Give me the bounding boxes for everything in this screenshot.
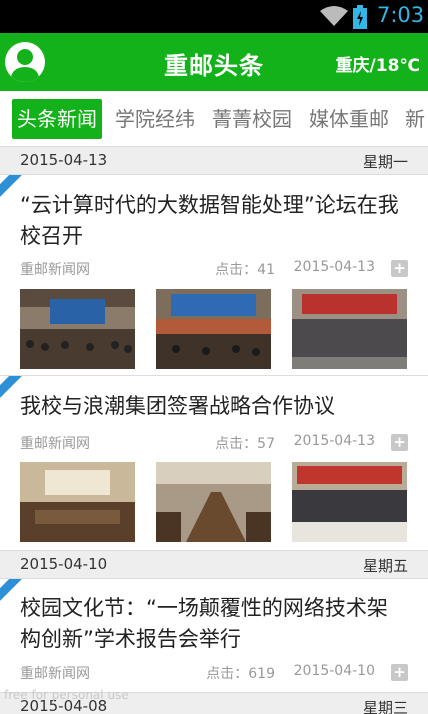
- tab-headline-news[interactable]: 头条新闻: [12, 99, 102, 139]
- tab-more[interactable]: 新: [400, 99, 428, 139]
- date-header: 2015-04-13 星期一: [0, 147, 428, 175]
- forum-stage-photo[interactable]: [156, 289, 271, 369]
- news-card[interactable]: “云计算时代的大数据智能处理”论坛在我校召开 重邮新闻网 点击：41 2015-…: [0, 175, 428, 376]
- news-date: 2015-04-13: [293, 433, 375, 449]
- tab-college[interactable]: 学院经纬: [110, 99, 200, 139]
- news-meta: 重邮新闻网 点击：41 2015-04-13 +: [20, 259, 408, 279]
- news-card[interactable]: 我校与浪潮集团签署战略合作协议 重邮新闻网 点击：57 2015-04-13 +: [0, 376, 428, 551]
- news-date: 2015-04-13: [293, 259, 375, 275]
- news-clicks: 点击：57: [215, 436, 275, 452]
- group-photo[interactable]: [292, 289, 407, 369]
- conference-table-photo[interactable]: [156, 462, 271, 542]
- news-title[interactable]: 我校与浪潮集团签署战略合作协议: [20, 391, 408, 422]
- news-title[interactable]: 校园文化节：“一场颠覆性的网络技术架构创新”学术报告会举行: [20, 593, 408, 655]
- watermark: free for personal use: [4, 688, 129, 702]
- app-bar: 重邮头条 重庆/18℃: [0, 33, 428, 91]
- news-clicks: 点击：41: [215, 262, 275, 278]
- news-meta: 重邮新闻网 点击：619 2015-04-10 +: [20, 663, 408, 683]
- date-header-weekday: 星期一: [362, 153, 408, 171]
- news-meta: 重邮新闻网 点击：57 2015-04-13 +: [20, 433, 408, 453]
- news-clicks: 点击：619: [206, 666, 275, 682]
- news-title[interactable]: “云计算时代的大数据智能处理”论坛在我校召开: [20, 190, 408, 252]
- plus-icon[interactable]: +: [391, 664, 408, 681]
- date-header-date: 2015-04-10: [20, 555, 108, 573]
- news-date: 2015-04-10: [293, 663, 375, 679]
- plus-icon[interactable]: +: [391, 434, 408, 451]
- wifi-icon: [320, 6, 348, 26]
- meeting-room-photo[interactable]: [20, 462, 135, 542]
- conference-hall-photo[interactable]: [20, 289, 135, 369]
- tab-media[interactable]: 媒体重邮: [304, 99, 394, 139]
- news-source: 重邮新闻网: [20, 666, 90, 682]
- weather-label[interactable]: 重庆/18℃: [336, 51, 420, 76]
- plus-icon[interactable]: +: [391, 260, 408, 277]
- battery-icon: [353, 5, 367, 29]
- news-card[interactable]: 校园文化节：“一场颠覆性的网络技术架构创新”学术报告会举行 重邮新闻网 点击：6…: [0, 579, 428, 693]
- tab-campus[interactable]: 菁菁校园: [207, 99, 297, 139]
- clock: 7:03: [377, 3, 425, 27]
- status-bar: 7:03: [0, 0, 428, 33]
- category-tabs: 头条新闻 学院经纬 菁菁校园 媒体重邮 新: [0, 91, 428, 147]
- date-header-weekday: 星期五: [362, 557, 408, 575]
- date-header: 2015-04-10 星期五: [0, 551, 428, 579]
- news-source: 重邮新闻网: [20, 262, 90, 278]
- news-source: 重邮新闻网: [20, 436, 90, 452]
- date-header-date: 2015-04-13: [20, 151, 108, 169]
- date-header-weekday: 星期三: [362, 699, 408, 714]
- signing-ceremony-photo[interactable]: [292, 462, 407, 542]
